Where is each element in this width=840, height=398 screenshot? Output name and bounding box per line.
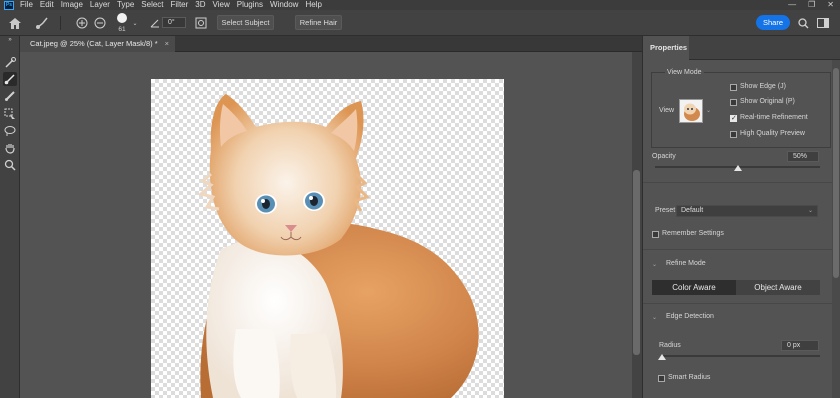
- view-label: View: [659, 107, 675, 114]
- radius-slider-track[interactable]: [662, 355, 820, 357]
- options-divider: [60, 16, 61, 30]
- opacity-slider-knob[interactable]: [733, 165, 742, 171]
- panel-scroll-thumb[interactable]: [833, 68, 839, 278]
- photoshop-logo: Ps: [4, 0, 14, 10]
- menu-bar: Ps File Edit Image Layer Type Select Fil…: [0, 0, 840, 10]
- panel-scrollbar[interactable]: [832, 60, 840, 398]
- show-edge-checkbox[interactable]: [730, 84, 737, 91]
- section-divider: [643, 249, 832, 250]
- canvas-area[interactable]: [20, 52, 632, 398]
- preset-label: Preset: [655, 207, 676, 214]
- menu-layer[interactable]: Layer: [90, 0, 110, 10]
- refine-mode-collapse-icon[interactable]: ⌄: [652, 261, 657, 268]
- cat-thumbnail-icon: [684, 103, 700, 121]
- show-edge-label: Show Edge (J): [740, 83, 786, 90]
- preset-select[interactable]: Default ⌄: [676, 205, 818, 217]
- menu-file[interactable]: File: [20, 0, 33, 10]
- menu-type[interactable]: Type: [117, 0, 134, 10]
- brush-tool-icon[interactable]: [3, 89, 17, 103]
- brush-size-preview-icon[interactable]: [115, 12, 129, 24]
- options-bar: 61 ⌄ 0° Select Subject Refine Hair Share: [0, 10, 840, 36]
- section-divider: [643, 303, 832, 304]
- canvas-vertical-scrollbar[interactable]: [632, 52, 642, 398]
- home-icon[interactable]: [8, 15, 22, 31]
- properties-panel: Properties View Mode View ⌄ Show Edge (J…: [642, 36, 840, 398]
- menu-window[interactable]: Window: [270, 0, 298, 10]
- smart-radius-label: Smart Radius: [668, 374, 711, 381]
- search-icon[interactable]: [797, 15, 809, 31]
- edge-detection-heading[interactable]: Edge Detection: [666, 313, 714, 320]
- minimize-icon[interactable]: —: [788, 0, 796, 10]
- angle-input[interactable]: 0°: [162, 17, 186, 28]
- menu-filter[interactable]: Filter: [171, 0, 189, 10]
- quick-selection-tool-icon[interactable]: [3, 56, 17, 70]
- menu-select[interactable]: Select: [141, 0, 163, 10]
- brush-dropdown-chevron-icon[interactable]: ⌄: [131, 15, 139, 31]
- close-window-icon[interactable]: ✕: [827, 0, 834, 10]
- radius-label: Radius: [659, 342, 681, 349]
- zoom-tool-icon[interactable]: [3, 158, 17, 172]
- window-controls: — ❐ ✕: [788, 0, 834, 10]
- high-quality-preview-label: High Quality Preview: [740, 130, 805, 137]
- menu-plugins[interactable]: Plugins: [237, 0, 263, 10]
- refine-mode-heading[interactable]: Refine Mode: [666, 260, 706, 267]
- document-tab-title: Cat.jpeg @ 25% (Cat, Layer Mask/8) *: [30, 39, 158, 48]
- brush-size-value: 61: [118, 25, 126, 33]
- subtract-from-selection-icon[interactable]: [93, 15, 107, 31]
- angle-icon: [149, 15, 161, 31]
- high-quality-preview-checkbox[interactable]: [730, 131, 737, 138]
- opacity-input[interactable]: 50%: [787, 151, 819, 162]
- smart-radius-checkbox[interactable]: [658, 375, 665, 382]
- edge-detection-collapse-icon[interactable]: ⌄: [652, 314, 657, 321]
- refine-hair-button[interactable]: Refine Hair: [295, 15, 342, 30]
- close-tab-icon[interactable]: ×: [165, 36, 169, 52]
- realtime-refinement-label: Real-time Refinement: [740, 114, 808, 121]
- share-button[interactable]: Share: [756, 15, 790, 30]
- refine-edge-brush-tool-icon[interactable]: [3, 72, 17, 86]
- section-divider: [643, 182, 832, 183]
- add-to-selection-icon[interactable]: [75, 15, 89, 31]
- hand-tool-icon[interactable]: [3, 141, 17, 155]
- view-mode-dropdown-icon[interactable]: ⌄: [706, 107, 711, 114]
- document-tab-bar: Cat.jpeg @ 25% (Cat, Layer Mask/8) * ×: [20, 36, 642, 52]
- refine-edge-brush-tool-icon[interactable]: [34, 15, 50, 31]
- color-aware-option[interactable]: Color Aware: [652, 280, 736, 295]
- view-mode-heading: View Mode: [665, 69, 704, 76]
- menu-image[interactable]: Image: [61, 0, 83, 10]
- remember-settings-label: Remember Settings: [662, 230, 724, 237]
- restore-icon[interactable]: ❐: [808, 0, 815, 10]
- workspace-icon[interactable]: [816, 15, 830, 31]
- panel-tab-bar: Properties: [643, 36, 840, 60]
- show-original-label: Show Original (P): [740, 98, 795, 105]
- document-tab[interactable]: Cat.jpeg @ 25% (Cat, Layer Mask/8) * ×: [20, 36, 175, 52]
- preset-chevron-icon: ⌄: [807, 208, 813, 214]
- radius-slider-knob[interactable]: [658, 354, 666, 360]
- menu-edit[interactable]: Edit: [40, 0, 54, 10]
- canvas-scroll-thumb[interactable]: [633, 170, 640, 355]
- menu-3d[interactable]: 3D: [195, 0, 205, 10]
- remember-settings-checkbox[interactable]: [652, 231, 659, 238]
- tools-panel: »: [0, 36, 20, 398]
- preset-value: Default: [681, 207, 704, 214]
- opacity-label: Opacity: [652, 153, 676, 160]
- object-aware-option[interactable]: Object Aware: [736, 280, 820, 295]
- tab-properties[interactable]: Properties: [643, 36, 689, 60]
- select-subject-button[interactable]: Select Subject: [217, 15, 274, 30]
- collapse-toolbar-icon[interactable]: »: [3, 36, 17, 44]
- show-original-checkbox[interactable]: [730, 99, 737, 106]
- object-selection-tool-icon[interactable]: [3, 107, 17, 121]
- menu-help[interactable]: Help: [305, 0, 321, 10]
- lasso-tool-icon[interactable]: [3, 124, 17, 138]
- document-canvas[interactable]: [151, 79, 504, 398]
- realtime-refinement-checkbox[interactable]: [730, 114, 737, 122]
- cat-image: [197, 94, 479, 398]
- brush-settings-icon[interactable]: [194, 15, 208, 31]
- radius-input[interactable]: 0 px: [781, 340, 819, 351]
- menu-view[interactable]: View: [213, 0, 230, 10]
- view-mode-thumbnail[interactable]: [679, 99, 703, 123]
